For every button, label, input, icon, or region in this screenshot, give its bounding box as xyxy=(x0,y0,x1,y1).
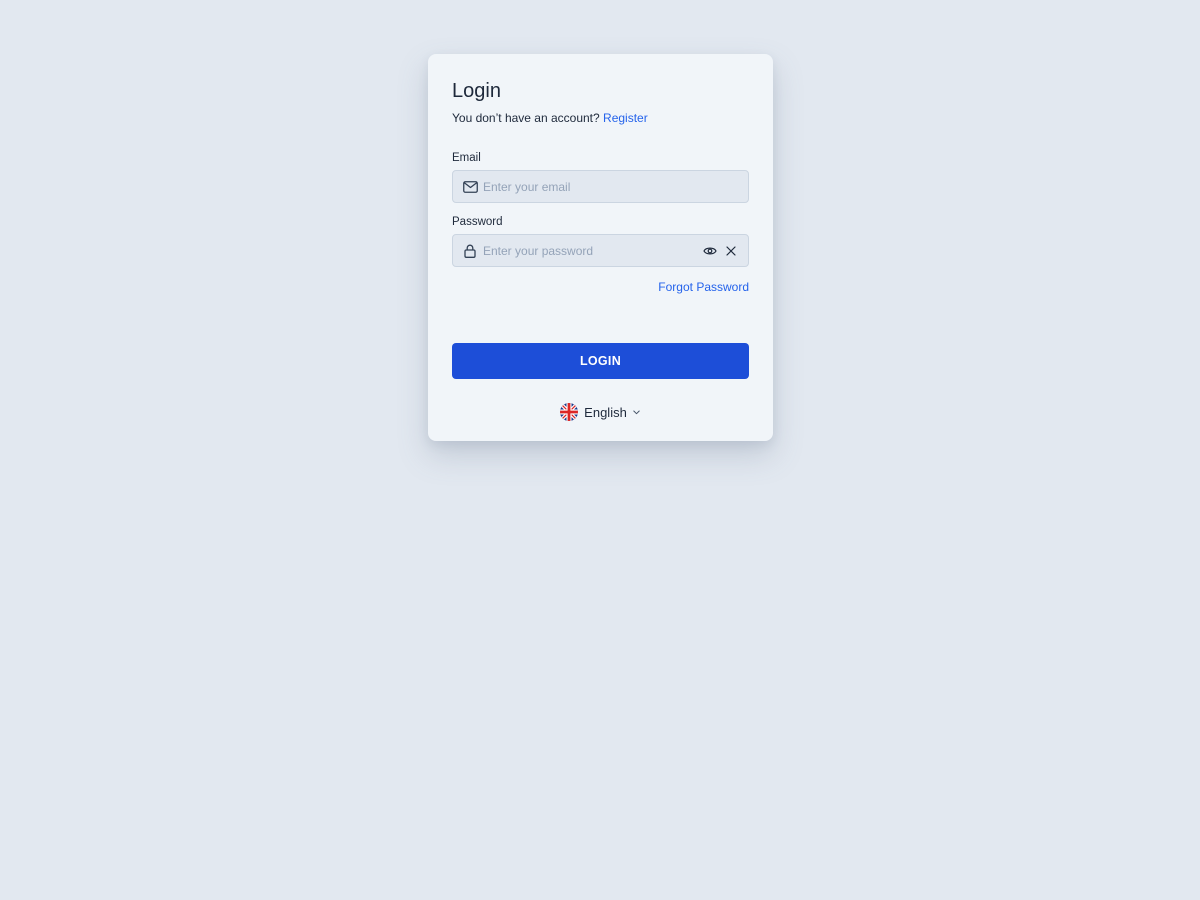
language-row: English xyxy=(452,403,749,421)
register-link[interactable]: Register xyxy=(603,111,648,125)
email-field[interactable] xyxy=(483,171,739,202)
forgot-password-row: Forgot Password xyxy=(452,280,749,294)
language-selector[interactable]: English xyxy=(560,403,641,421)
password-field-container[interactable] xyxy=(452,234,749,267)
register-prompt: You don’t have an account? Register xyxy=(452,110,749,126)
email-label: Email xyxy=(452,152,481,164)
eye-icon[interactable] xyxy=(702,243,718,259)
chevron-down-icon xyxy=(633,408,641,416)
close-icon[interactable] xyxy=(723,243,739,259)
language-label: English xyxy=(584,404,627,420)
login-card: Login You don’t have an account? Registe… xyxy=(428,54,773,441)
mail-icon xyxy=(462,179,478,195)
forgot-password-link[interactable]: Forgot Password xyxy=(658,280,749,294)
lock-icon xyxy=(462,243,478,259)
page-title: Login xyxy=(452,80,501,102)
email-field-container[interactable] xyxy=(452,170,749,203)
password-label: Password xyxy=(452,216,503,228)
password-field[interactable] xyxy=(483,235,697,266)
login-button[interactable]: LOGIN xyxy=(452,343,749,379)
register-prompt-text: You don’t have an account? xyxy=(452,111,600,125)
uk-flag-icon xyxy=(560,403,579,421)
